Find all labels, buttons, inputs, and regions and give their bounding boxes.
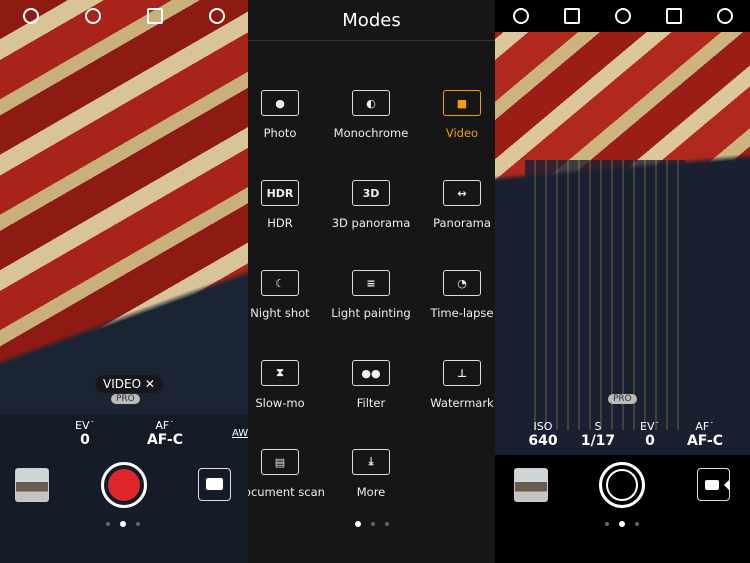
mode-label: Time-lapse xyxy=(430,306,494,320)
pro-toggle[interactable]: PRO xyxy=(608,394,637,404)
ev-param[interactable]: EV˙ 0 xyxy=(635,420,665,448)
camera-icon xyxy=(206,478,223,490)
gallery-thumbnail[interactable] xyxy=(514,468,548,502)
mode-3d-panorama[interactable]: 3D 3D panorama xyxy=(321,180,421,230)
mode-hdr[interactable]: HDR HDR xyxy=(248,180,330,230)
mode-label: Filter xyxy=(356,396,386,410)
mode-label: Light painting xyxy=(331,306,411,320)
video-mode-chip[interactable]: VIDEO ✕ xyxy=(95,375,163,393)
mode-label: Photo xyxy=(263,126,297,140)
awb-param[interactable]: AWI xyxy=(232,427,248,441)
pro-toggle[interactable]: PRO xyxy=(111,394,140,404)
live-photo-icon[interactable] xyxy=(614,8,631,24)
watermark-icon: ⊥ xyxy=(443,360,481,386)
mode-watermark[interactable]: ⊥ Watermark xyxy=(412,360,495,410)
photo-viewfinder-panel: PRO ISO 640 S 1/17 EV˙ 0 AF˙ AF-C xyxy=(495,0,750,563)
page-indicator xyxy=(106,521,140,527)
param-label: AF˙ xyxy=(155,419,175,432)
film-icon[interactable] xyxy=(147,8,163,24)
mode-monochrome[interactable]: ◐ Monochrome xyxy=(321,90,421,140)
mode-label: HDR xyxy=(267,216,293,230)
shutter-button[interactable] xyxy=(599,462,645,508)
mode-label: Panorama xyxy=(433,216,491,230)
portrait-icon[interactable] xyxy=(563,8,580,24)
switch-to-video-button[interactable] xyxy=(697,468,730,501)
param-label: S xyxy=(594,420,602,433)
filter-icon: ●● xyxy=(352,360,390,386)
param-value: 0 xyxy=(80,432,90,448)
monochrome-icon: ◐ xyxy=(352,90,390,116)
param-value: AF-C xyxy=(146,432,184,448)
modes-title: Modes xyxy=(342,10,401,31)
mode-label: Video xyxy=(445,126,479,140)
switch-camera-icon[interactable] xyxy=(209,8,225,24)
3d-panorama-icon: 3D xyxy=(352,180,390,206)
mode-label: Slow-mo xyxy=(255,396,305,410)
video-icon: ■ xyxy=(443,90,481,116)
page-indicator xyxy=(355,521,389,527)
aperture-icon[interactable] xyxy=(512,8,529,24)
param-label: AF˙ xyxy=(695,420,715,433)
divider xyxy=(248,40,495,41)
mode-label: Night shot xyxy=(250,306,310,320)
hdr-icon: HDR xyxy=(261,180,299,206)
param-value: 0 xyxy=(645,433,655,449)
mode-label: Document scan xyxy=(248,485,325,499)
moon-icon: ☾ xyxy=(261,270,299,296)
param-label: EV˙ xyxy=(75,419,95,432)
mode-more[interactable]: ⤓ More xyxy=(321,449,421,499)
panorama-icon: ↔ xyxy=(443,180,481,206)
param-value: 640 xyxy=(528,433,558,449)
mode-label: Monochrome xyxy=(333,126,409,140)
shutter-icon xyxy=(606,469,638,501)
viewfinder-image xyxy=(525,160,685,430)
ev-param[interactable]: EV˙ 0 xyxy=(70,419,100,447)
mode-light-painting[interactable]: ≡ Light painting xyxy=(321,270,421,320)
gallery-thumbnail[interactable] xyxy=(15,468,49,502)
mode-label: 3D panorama xyxy=(331,216,411,230)
page-indicator xyxy=(605,521,639,527)
iso-param[interactable]: ISO 640 xyxy=(525,420,561,448)
top-toolbar xyxy=(495,0,750,32)
record-button[interactable] xyxy=(101,462,147,508)
modes-panel: Modes ● Photo ◐ Monochrome ■ Video HDR HDR 3D 3D … xyxy=(248,0,495,563)
switch-camera-icon[interactable] xyxy=(716,8,733,24)
mode-panorama[interactable]: ↔ Panorama xyxy=(412,180,495,230)
af-param[interactable]: AF˙ AF-C xyxy=(140,419,190,447)
param-value: AF-C xyxy=(686,433,724,449)
switch-to-photo-button[interactable] xyxy=(198,468,231,501)
mode-slow-mo[interactable]: ⧗ Slow-mo xyxy=(248,360,330,410)
mode-time-lapse[interactable]: ◔ Time-lapse xyxy=(412,270,495,320)
video-viewfinder-panel: VIDEO ✕ PRO EV˙0 AF˙AF-C AWI xyxy=(0,0,248,563)
video-icon-lens xyxy=(719,480,729,490)
mode-photo[interactable]: ● Photo xyxy=(248,90,330,140)
mode-label: More xyxy=(356,485,386,499)
time-lapse-icon: ◔ xyxy=(443,270,481,296)
mode-document-scan[interactable]: ▤ Document scan xyxy=(248,449,330,499)
download-icon: ⤓ xyxy=(352,449,390,475)
light-painting-icon: ≡ xyxy=(352,270,390,296)
mode-video[interactable]: ■ Video xyxy=(412,90,495,140)
beauty-icon[interactable] xyxy=(85,8,101,24)
top-toolbar xyxy=(0,0,248,32)
record-icon xyxy=(108,469,140,501)
camera-icon: ● xyxy=(261,90,299,116)
param-label: EV˙ xyxy=(640,420,660,433)
param-label: ISO xyxy=(533,420,553,433)
mode-filter[interactable]: ●● Filter xyxy=(321,360,421,410)
document-icon: ▤ xyxy=(261,449,299,475)
shutter-speed-param[interactable]: S 1/17 xyxy=(580,420,616,448)
video-icon xyxy=(705,480,719,490)
pro-params-bar: EV˙0 AF˙AF-C AWI xyxy=(0,415,248,455)
af-param[interactable]: AF˙ AF-C xyxy=(680,420,730,448)
aperture-icon[interactable] xyxy=(23,8,39,24)
param-value: 1/17 xyxy=(580,433,616,449)
film-icon[interactable] xyxy=(665,8,682,24)
hourglass-icon: ⧗ xyxy=(261,360,299,386)
mode-label: Watermark xyxy=(430,396,494,410)
mode-night-shot[interactable]: ☾ Night shot xyxy=(248,270,330,320)
